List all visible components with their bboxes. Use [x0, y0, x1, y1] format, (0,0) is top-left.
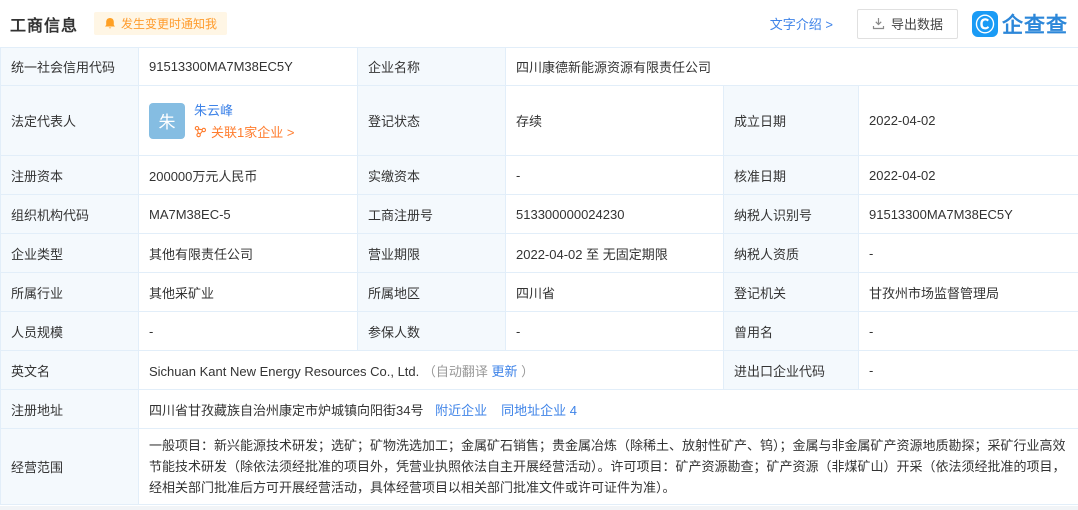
field-value-reg-capital: 200000万元人民币	[138, 155, 358, 195]
text-intro-link[interactable]: 文字介绍 >	[770, 14, 833, 33]
field-label-approval-date: 核准日期	[723, 155, 859, 195]
field-label-paid-capital: 实缴资本	[357, 155, 506, 195]
field-label-establish-date: 成立日期	[723, 85, 859, 156]
field-label-reg-number: 工商注册号	[357, 194, 506, 234]
field-value-establish-date: 2022-04-02	[857, 85, 1078, 156]
english-name-text: Sichuan Kant New Energy Resources Co., L…	[149, 363, 420, 379]
field-label-taxpayer-qualification: 纳税人资质	[723, 233, 859, 273]
download-icon	[872, 18, 885, 30]
field-label-business-term: 营业期限	[357, 233, 506, 273]
field-value-reg-address: 四川省甘孜藏族自治州康定市炉城镇向阳街34号 附近企业 同地址企业 4	[137, 389, 1078, 429]
page-title: 工商信息	[10, 17, 79, 35]
field-label-legal-rep: 法定代表人	[0, 85, 139, 156]
legal-rep-avatar[interactable]: 朱	[149, 102, 185, 139]
field-label-industry: 所属行业	[0, 272, 139, 312]
table-row: 所属行业 其他采矿业 所属地区 四川省 登记机关 甘孜州市场监督管理局	[0, 272, 1078, 312]
field-value-former-name: -	[857, 311, 1078, 351]
field-label-reg-address: 注册地址	[0, 389, 139, 429]
field-label-org-code: 组织机构代码	[0, 194, 139, 234]
qichacha-logo-text: 企查查	[1002, 13, 1068, 37]
field-value-company-type: 其他有限责任公司	[138, 233, 358, 273]
field-label-business-scope: 经营范围	[0, 428, 139, 505]
legal-rep-name-link[interactable]: 朱云峰	[194, 100, 294, 119]
related-companies-link[interactable]: 关联1家企业 >	[194, 122, 294, 141]
field-label-reg-status: 登记状态	[357, 85, 506, 156]
table-row: 组织机构代码 MA7M38EC-5 工商注册号 513300000024230 …	[0, 194, 1078, 234]
update-translation-link[interactable]: 更新	[492, 364, 518, 379]
export-data-button[interactable]: 导出数据	[856, 8, 958, 39]
panel-header: 工商信息 发生变更时通知我 文字介绍 > 导出数据 Ⓒ 企查查	[0, 0, 1078, 47]
field-value-industry: 其他采矿业	[138, 272, 358, 312]
notify-change-badge[interactable]: 发生变更时通知我	[94, 12, 228, 35]
field-value-staff-size: -	[138, 311, 358, 351]
export-button-label: 导出数据	[890, 17, 943, 32]
field-value-taxpayer-id: 91513300MA7M38EC5Y	[857, 194, 1078, 234]
auto-translate-note-close: ）	[517, 363, 535, 379]
table-row: 人员规模 - 参保人数 - 曾用名 -	[0, 311, 1078, 351]
field-value-approval-date: 2022-04-02	[857, 155, 1078, 195]
field-value-org-code: MA7M38EC-5	[138, 194, 358, 234]
field-value-taxpayer-qualification: -	[857, 233, 1078, 273]
table-row: 注册地址 四川省甘孜藏族自治州康定市炉城镇向阳街34号 附近企业 同地址企业 4	[0, 389, 1078, 429]
business-info-table: 统一社会信用代码 91513300MA7M38EC5Y 企业名称 四川康德新能源…	[0, 47, 1078, 505]
field-value-import-export-code: -	[857, 350, 1078, 390]
notify-badge-label: 发生变更时通知我	[121, 17, 218, 31]
business-info-panel: 工商信息 发生变更时通知我 文字介绍 > 导出数据 Ⓒ 企查查 统一社会信用代码…	[0, 0, 1078, 506]
field-value-reg-authority: 甘孜州市场监督管理局	[857, 272, 1078, 312]
related-companies-label: 关联1家企业 >	[211, 125, 295, 140]
table-row: 注册资本 200000万元人民币 实缴资本 - 核准日期 2022-04-02	[0, 155, 1078, 195]
field-label-region: 所属地区	[357, 272, 506, 312]
field-label-company-name: 企业名称	[357, 47, 506, 86]
field-value-credit-code: 91513300MA7M38EC5Y	[138, 47, 358, 86]
table-row: 企业类型 其他有限责任公司 营业期限 2022-04-02 至 无固定期限 纳税…	[0, 233, 1078, 273]
related-companies-icon	[194, 125, 207, 138]
bell-icon	[105, 18, 116, 29]
qichacha-logo-icon: Ⓒ	[972, 10, 998, 37]
field-value-business-term: 2022-04-02 至 无固定期限	[505, 233, 724, 273]
table-row: 法定代表人 朱 朱云峰 关联1家企业 > 登记状态 存续 成立日期 2022-0…	[0, 85, 1078, 156]
field-label-reg-capital: 注册资本	[0, 155, 139, 195]
field-label-former-name: 曾用名	[723, 311, 859, 351]
field-label-insured-count: 参保人数	[357, 311, 506, 351]
field-value-company-name: 四川康德新能源资源有限责任公司	[504, 47, 1078, 86]
field-value-region: 四川省	[505, 272, 724, 312]
reg-address-text: 四川省甘孜藏族自治州康定市炉城镇向阳街34号	[149, 402, 424, 418]
field-label-reg-authority: 登记机关	[723, 272, 859, 312]
same-address-companies-link[interactable]: 同地址企业 4	[501, 400, 577, 419]
business-scope-text: 一般项目：新兴能源技术研发；选矿；矿物洗选加工；金属矿石销售；贵金属冶炼（除稀土…	[149, 438, 1066, 495]
field-label-english-name: 英文名	[0, 350, 139, 390]
auto-translate-note: （自动翻译	[422, 363, 492, 379]
qichacha-logo: Ⓒ 企查查	[972, 9, 1068, 39]
field-value-english-name: Sichuan Kant New Energy Resources Co., L…	[138, 350, 724, 390]
field-value-legal-rep: 朱 朱云峰 关联1家企业 >	[138, 85, 358, 156]
field-value-insured-count: -	[505, 311, 724, 351]
nearby-companies-link[interactable]: 附近企业	[435, 400, 487, 419]
field-label-credit-code: 统一社会信用代码	[0, 47, 139, 86]
field-label-taxpayer-id: 纳税人识别号	[723, 194, 859, 234]
table-row: 英文名 Sichuan Kant New Energy Resources Co…	[0, 350, 1078, 390]
field-value-paid-capital: -	[505, 155, 724, 195]
field-value-reg-status: 存续	[505, 85, 724, 156]
field-value-reg-number: 513300000024230	[505, 194, 724, 234]
field-label-staff-size: 人员规模	[0, 311, 139, 351]
table-row: 统一社会信用代码 91513300MA7M38EC5Y 企业名称 四川康德新能源…	[0, 47, 1078, 86]
table-row: 经营范围 一般项目：新兴能源技术研发；选矿；矿物洗选加工；金属矿石销售；贵金属冶…	[0, 428, 1078, 505]
field-label-import-export-code: 进出口企业代码	[723, 350, 859, 390]
field-label-company-type: 企业类型	[0, 233, 139, 273]
field-value-business-scope: 一般项目：新兴能源技术研发；选矿；矿物洗选加工；金属矿石销售；贵金属冶炼（除稀土…	[137, 428, 1078, 505]
